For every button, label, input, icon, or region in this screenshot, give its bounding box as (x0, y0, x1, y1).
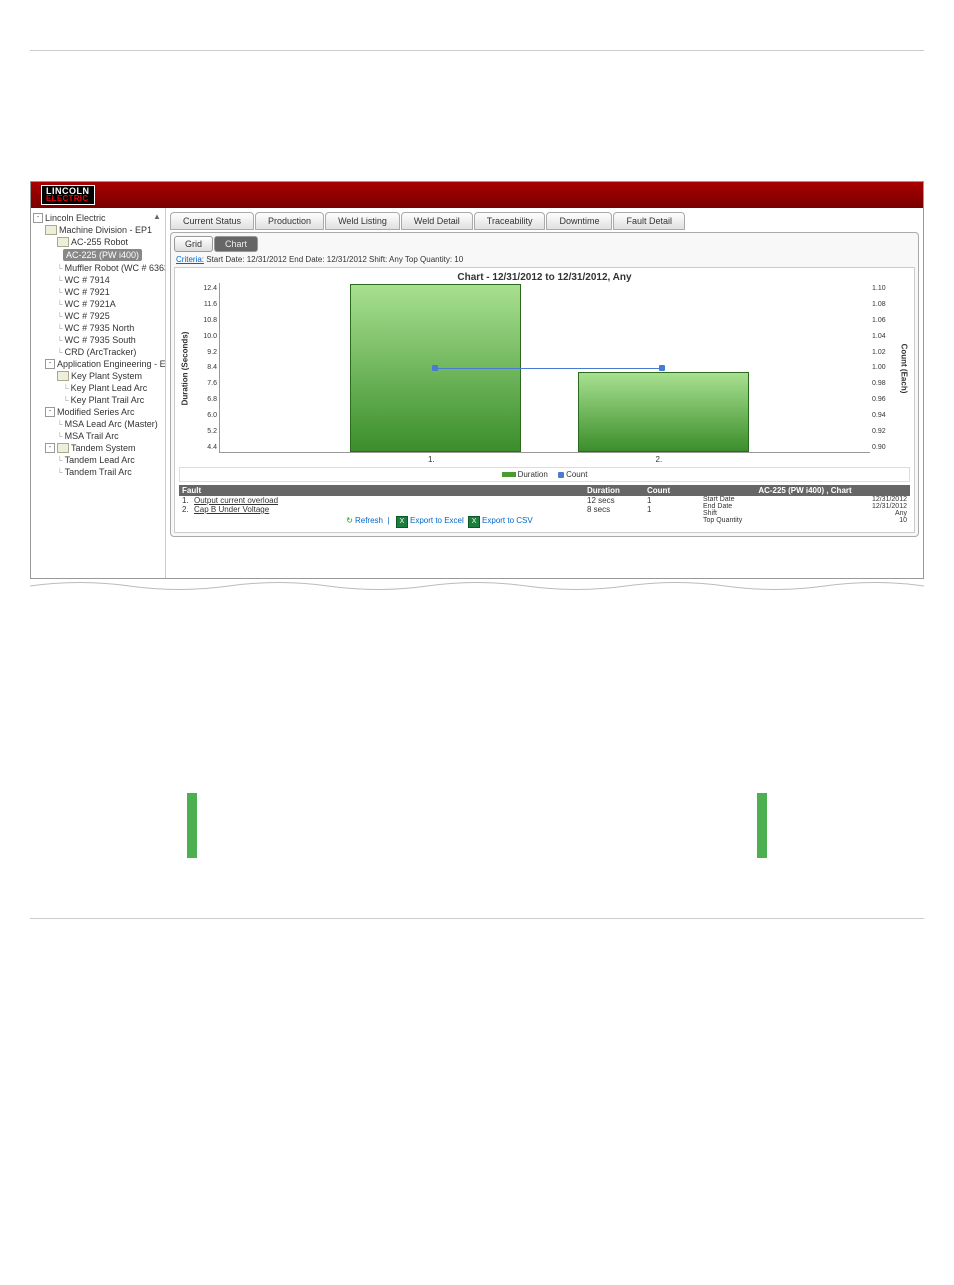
folder-icon (57, 443, 69, 453)
meta-title: AC-225 (PW i400) , Chart (700, 485, 910, 496)
csv-icon[interactable]: X (468, 516, 480, 528)
tab-traceability[interactable]: Traceability (474, 212, 546, 230)
folder-icon (45, 225, 57, 235)
title-bar: LINCOLN ELECTRIC (31, 182, 923, 208)
tree-node[interactable]: WC # 7935 North (65, 323, 135, 333)
tree-node[interactable]: Muffler Robot (WC # 6363 (65, 263, 166, 273)
tree-node[interactable]: Tandem Lead Arc (65, 455, 135, 465)
legend-swatch-blue (558, 472, 564, 478)
chart-legend: Duration Count (179, 467, 910, 482)
legend-label: Duration (518, 470, 548, 479)
tree-node[interactable]: WC # 7935 South (65, 335, 136, 345)
table-row: 2.Cap B Under Voltage8 secs1 (179, 505, 700, 514)
x-tick: 2. (656, 455, 663, 464)
tree-node[interactable]: WC # 7921A (65, 299, 116, 309)
tree-node[interactable]: WC # 7925 (65, 311, 110, 321)
legend-swatch-green (502, 472, 516, 477)
tree-root[interactable]: Lincoln Electric (45, 213, 106, 223)
criteria-text: Start Date: 12/31/2012 End Date: 12/31/2… (206, 255, 463, 264)
meta-table: AC-225 (PW i400) , Chart Start Date12/31… (700, 485, 910, 528)
chart-bar (578, 372, 749, 452)
logo-bot: ELECTRIC (46, 195, 90, 203)
folder-icon (57, 237, 69, 247)
tree-toggle-icon[interactable]: - (33, 213, 43, 223)
lincoln-logo: LINCOLN ELECTRIC (41, 185, 95, 205)
tab-production[interactable]: Production (255, 212, 324, 230)
tree-node[interactable]: Key Plant Lead Arc (71, 383, 148, 393)
tree-node[interactable]: Key Plant System (71, 371, 142, 381)
y-axis-right-ticks: 1.101.081.061.041.021.000.980.960.940.92… (870, 283, 898, 453)
criteria-link[interactable]: Criteria: (176, 255, 204, 264)
y-axis-left-ticks: 12.411.610.810.09.28.47.66.86.05.24.4 (191, 283, 219, 453)
tree-toggle-icon[interactable]: - (45, 407, 55, 417)
fault-table: Fault Duration Count 1.Output current ov… (179, 485, 700, 528)
main-content: Current Status Production Weld Listing W… (166, 208, 923, 578)
tree-toggle-icon[interactable]: - (45, 443, 55, 453)
chart-point (432, 365, 438, 371)
tree-node[interactable]: MSA Trail Arc (65, 431, 119, 441)
col-header: Duration (587, 486, 647, 495)
chart-point (659, 365, 665, 371)
chart-title: Chart - 12/31/2012 to 12/31/2012, Any (179, 272, 910, 283)
scrollbar-up-icon[interactable]: ▲ (153, 212, 163, 222)
navigation-tree[interactable]: ▲ -Lincoln Electric Machine Division - E… (31, 208, 166, 578)
tab-weld-detail[interactable]: Weld Detail (401, 212, 473, 230)
green-bar-left (187, 793, 197, 858)
export-actions: Refresh | XExport to Excel XExport to CS… (179, 516, 700, 528)
y-axis-right-label: Count (Each) (900, 343, 909, 393)
fault-link[interactable]: Output current overload (194, 496, 587, 505)
tree-node[interactable]: Application Engineering - EP1 (57, 359, 166, 369)
excel-icon[interactable]: X (396, 516, 408, 528)
tree-node[interactable]: CRD (ArcTracker) (65, 347, 137, 357)
tab-fault-detail[interactable]: Fault Detail (613, 212, 685, 230)
legend-label: Count (566, 470, 587, 479)
tree-node[interactable]: Key Plant Trail Arc (71, 395, 145, 405)
export-excel-link[interactable]: Export to Excel (410, 516, 464, 525)
header-divider (30, 50, 924, 51)
tree-node[interactable]: Modified Series Arc (57, 407, 135, 417)
footer-divider (30, 918, 924, 919)
col-header: Count (647, 486, 697, 495)
application-window: LINCOLN ELECTRIC ▲ -Lincoln Electric Mac… (30, 181, 924, 579)
refresh-icon[interactable] (346, 516, 355, 525)
y-axis-left-label: Duration (Seconds) (181, 331, 190, 405)
content-placeholder-box (187, 793, 767, 858)
tab-weld-listing[interactable]: Weld Listing (325, 212, 400, 230)
fault-link[interactable]: Cap B Under Voltage (194, 505, 587, 514)
tab-current-status[interactable]: Current Status (170, 212, 254, 230)
subtab-chart[interactable]: Chart (214, 236, 258, 252)
folder-icon (57, 371, 69, 381)
col-header: Fault (182, 486, 587, 495)
main-tabs: Current Status Production Weld Listing W… (170, 212, 919, 230)
tree-node[interactable]: AC-255 Robot (71, 237, 128, 247)
tab-downtime[interactable]: Downtime (546, 212, 612, 230)
chart-panel: Chart - 12/31/2012 to 12/31/2012, Any Du… (174, 267, 915, 533)
chart-plot-area: 1. 2. (219, 283, 870, 453)
sub-tabs: Grid Chart (174, 236, 915, 252)
tree-node[interactable]: MSA Lead Arc (Master) (65, 419, 158, 429)
tree-node[interactable]: WC # 7921 (65, 287, 110, 297)
tree-node-selected[interactable]: AC-225 (PW i400) (63, 249, 142, 261)
chart-line (435, 368, 663, 369)
tree-node[interactable]: Tandem Trail Arc (65, 467, 132, 477)
refresh-link[interactable]: Refresh (355, 516, 383, 525)
tree-node[interactable]: WC # 7914 (65, 275, 110, 285)
green-bar-right (757, 793, 767, 858)
criteria-bar: Criteria: Start Date: 12/31/2012 End Dat… (176, 255, 915, 264)
torn-edge-divider (30, 579, 924, 593)
table-row: 1.Output current overload12 secs1 (179, 496, 700, 505)
tree-node[interactable]: Machine Division - EP1 (59, 225, 152, 235)
tree-toggle-icon[interactable]: - (45, 359, 55, 369)
export-csv-link[interactable]: Export to CSV (482, 516, 533, 525)
x-tick: 1. (428, 455, 435, 464)
subtab-grid[interactable]: Grid (174, 236, 213, 252)
tree-node[interactable]: Tandem System (71, 443, 136, 453)
